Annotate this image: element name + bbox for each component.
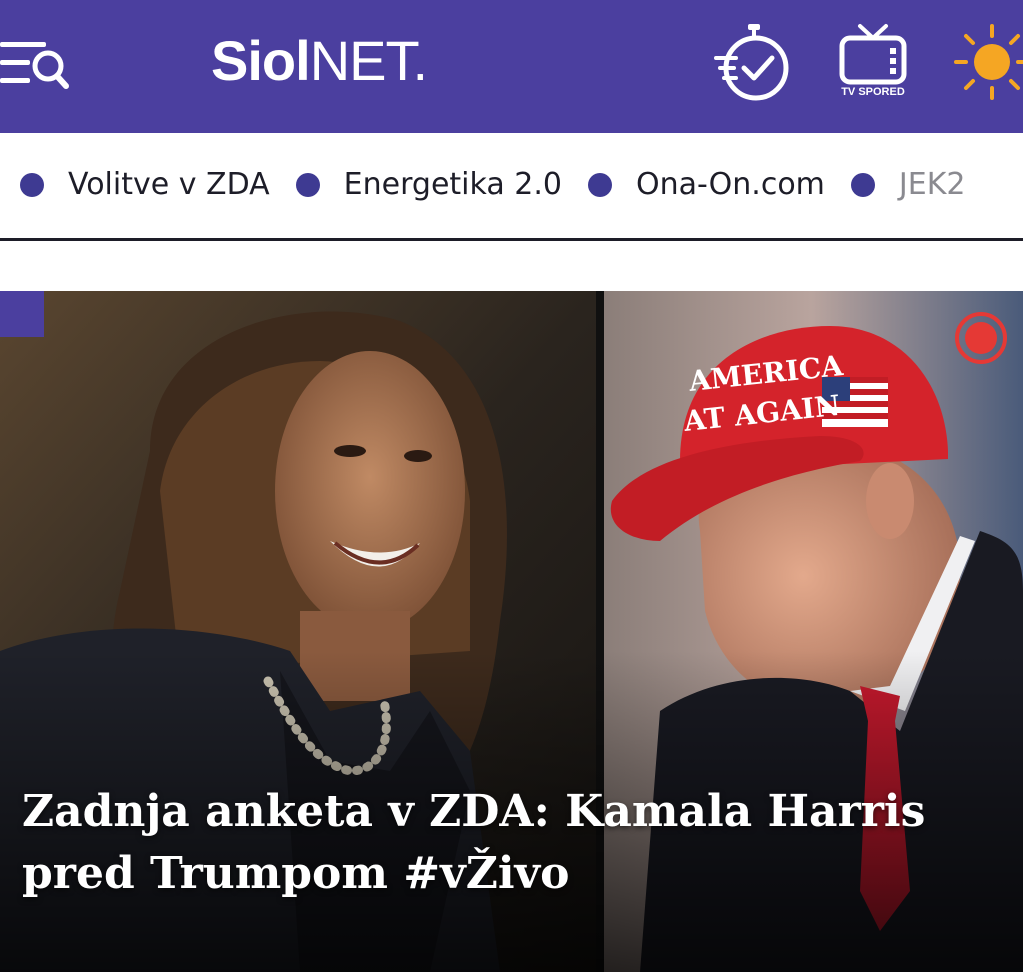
- site-logo[interactable]: SiolNET.: [211, 26, 428, 96]
- tv-icon: [839, 24, 907, 85]
- timer-button[interactable]: [714, 22, 794, 102]
- tv-guide-button[interactable]: [836, 22, 910, 86]
- tv-guide-label: TV SPORED: [841, 86, 905, 98]
- topic-label: Ona-On.com: [635, 167, 825, 202]
- stopwatch-check-icon: [714, 24, 789, 101]
- topic-bullet: [850, 173, 875, 197]
- topic-label: Energetika 2.0: [343, 167, 562, 202]
- menu-search-icon: [0, 42, 69, 89]
- topic-bullet: [20, 173, 44, 197]
- scroll-fade: [963, 133, 1023, 238]
- topic-link[interactable]: Volitve v ZDA: [20, 165, 270, 205]
- site-header: SiolNET. TV SPORED: [0, 0, 1023, 133]
- logo-light: NET.: [309, 29, 428, 92]
- sun-icon: [954, 24, 1023, 100]
- live-indicator-icon: [955, 312, 1007, 364]
- topic-label: JEK2: [898, 167, 966, 202]
- topic-link[interactable]: JEK2: [850, 165, 966, 205]
- menu-search-button[interactable]: [0, 36, 70, 90]
- topic-bullet: [587, 173, 612, 197]
- topic-navigation: Volitve v ZDA Energetika 2.0 Ona-On.com …: [0, 133, 1023, 241]
- topic-bullet: [295, 173, 320, 197]
- topic-link[interactable]: Ona-On.com: [587, 165, 825, 205]
- hero-article-title[interactable]: Zadnja anketa v ZDA: Kamala Harris pred …: [22, 781, 982, 905]
- topic-link[interactable]: Energetika 2.0: [295, 165, 562, 205]
- hero-article[interactable]: AMERICA AT AGAIN Zadnja anketa v ZDA: Ka…: [0, 291, 1023, 972]
- topic-label: Volitve v ZDA: [68, 167, 270, 202]
- section-tab: [0, 291, 44, 337]
- logo-bold: Siol: [211, 29, 311, 92]
- weather-button[interactable]: [952, 22, 1023, 102]
